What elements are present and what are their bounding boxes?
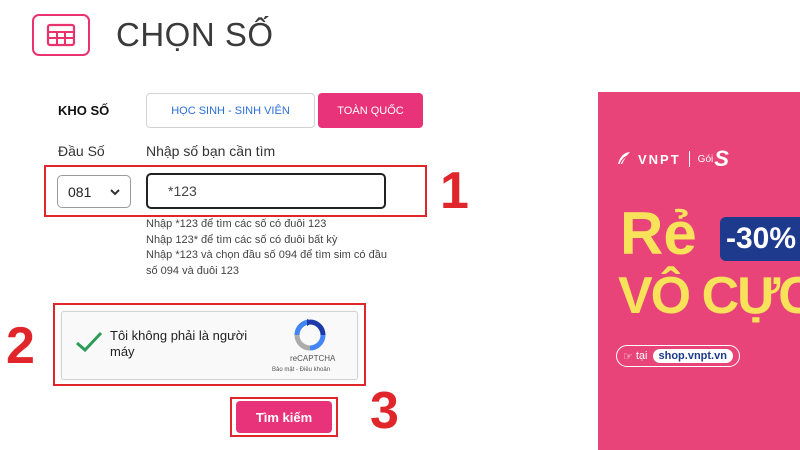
kho-so-label: KHO SỐ: [58, 103, 110, 118]
recaptcha-widget: Tôi không phải là người máy reCAPTCHA Bả…: [61, 311, 358, 380]
tab-student[interactable]: HỌC SINH - SINH VIÊN: [146, 93, 315, 128]
hint-line: Nhập *123 để tìm các số có đuôi 123: [146, 218, 327, 230]
tab-national[interactable]: TOÀN QUỐC: [318, 93, 423, 128]
page-title: CHỌN SỐ: [116, 16, 274, 53]
number-search-input[interactable]: [146, 173, 386, 209]
chevron-down-icon: [109, 185, 121, 201]
banner-headline-2: VÔ CỰC: [618, 267, 800, 325]
banner-shop-pill[interactable]: ☞ tại shop.vnpt.vn: [616, 345, 740, 367]
prefix-select[interactable]: 081: [57, 175, 131, 208]
package-label: Gói: [697, 153, 714, 165]
promo-banner[interactable]: VNPT Gói S Rẻ -30% VÔ CỰC ☞ tại shop.vnp…: [598, 92, 800, 450]
annotation-number-3: 3: [370, 382, 399, 440]
brand-divider: [688, 151, 690, 167]
number-input-label: Nhập số bạn cần tìm: [146, 143, 276, 159]
recaptcha-links[interactable]: Bảo mật - Điều khoản: [272, 367, 330, 373]
search-button[interactable]: Tìm kiếm: [236, 401, 332, 433]
hint-line: Nhập 123* để tìm các số có đuôi bất kỳ: [146, 233, 338, 246]
search-hints: Nhập *123 để tìm các số có đuôi 123 Nhập…: [146, 217, 396, 279]
hand-pointer-icon: ☞: [623, 350, 633, 363]
annotation-number-1: 1: [440, 162, 469, 220]
package-mark: S: [714, 146, 729, 171]
banner-discount: -30%: [720, 217, 800, 261]
annotation-number-2: 2: [6, 317, 35, 375]
checkmark-icon[interactable]: [74, 330, 104, 359]
vnpt-brand: VNPT Gói S: [616, 146, 729, 172]
prefix-select-value: 081: [68, 183, 92, 200]
recaptcha-brand: reCAPTCHA: [290, 354, 336, 363]
hint-line: Nhập *123 và chọn đầu số 094 để tìm sim …: [146, 249, 387, 277]
sim-card-icon: [32, 14, 90, 56]
shop-url: shop.vnpt.vn: [652, 349, 733, 363]
banner-headline-1: Rẻ: [620, 200, 697, 267]
shop-prefix: tại: [635, 350, 648, 362]
recaptcha-logo-icon: [294, 319, 326, 356]
prefix-label: Đầu Số: [58, 143, 105, 159]
vnpt-logo-icon: [616, 150, 632, 169]
brand-name: VNPT: [638, 151, 681, 167]
recaptcha-label: Tôi không phải là người máy: [110, 328, 248, 359]
